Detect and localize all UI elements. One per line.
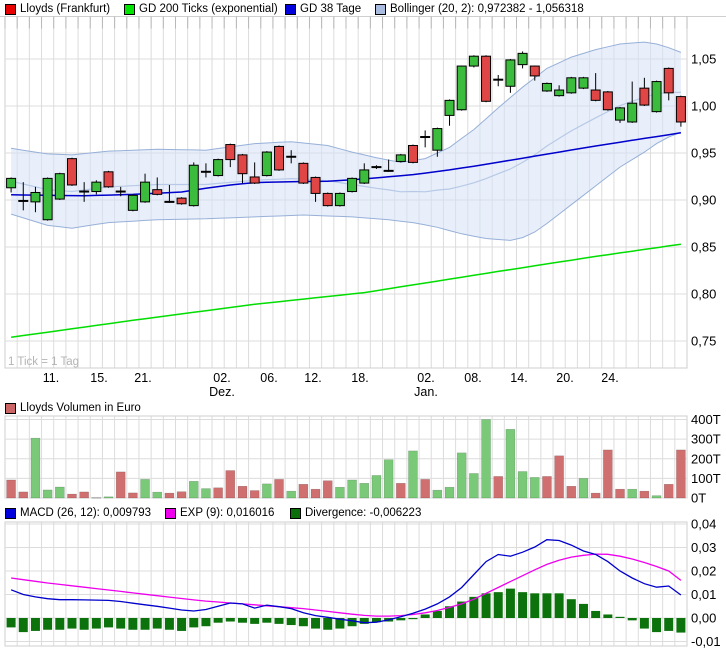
svg-text:14.: 14. bbox=[510, 371, 527, 385]
legend-item-divergence: Divergence: -0,006223 bbox=[290, 507, 421, 520]
svg-text:02.: 02. bbox=[417, 371, 434, 385]
svg-text:12.: 12. bbox=[304, 371, 321, 385]
svg-text:0,01: 0,01 bbox=[691, 587, 716, 602]
svg-text:1,05: 1,05 bbox=[691, 52, 716, 67]
legend-label-bollinger: Bollinger (20, 2): 0,972382 - 1,056318 bbox=[390, 3, 584, 15]
svg-text:1,00: 1,00 bbox=[691, 99, 716, 114]
svg-text:0,80: 0,80 bbox=[691, 287, 716, 302]
macd-series-swatch-icon bbox=[5, 508, 16, 519]
legend-label-macd: MACD (26, 12): 0,009793 bbox=[20, 507, 152, 519]
svg-text:0,85: 0,85 bbox=[691, 240, 716, 255]
svg-text:1 Tick = 1 Tag: 1 Tick = 1 Tag bbox=[8, 356, 79, 368]
legend-item-macd: MACD (26, 12): 0,009793 bbox=[5, 507, 151, 520]
svg-text:21.: 21. bbox=[134, 371, 151, 385]
legend-item-lloyds: Lloyds (Frankfurt) bbox=[5, 3, 110, 16]
svg-text:0,75: 0,75 bbox=[691, 334, 716, 349]
svg-text:Jan.: Jan. bbox=[414, 385, 438, 399]
svg-text:-0,01: -0,01 bbox=[691, 634, 721, 649]
svg-text:100T: 100T bbox=[691, 471, 721, 486]
legend-item-volume: Lloyds Volumen in Euro bbox=[5, 402, 141, 415]
svg-text:0,90: 0,90 bbox=[691, 193, 716, 208]
legend-item-gd200: GD 200 Ticks (exponential) bbox=[124, 3, 278, 16]
svg-text:0,00: 0,00 bbox=[691, 611, 716, 626]
svg-text:20.: 20. bbox=[556, 371, 573, 385]
svg-text:Dez.: Dez. bbox=[209, 385, 235, 399]
gd200-series-swatch-icon bbox=[124, 4, 135, 15]
legend-label-volume: Lloyds Volumen in Euro bbox=[20, 402, 141, 414]
macd-legend: MACD (26, 12): 0,009793 EXP (9): 0,01601… bbox=[0, 507, 726, 521]
svg-text:15.: 15. bbox=[90, 371, 107, 385]
exp-series-swatch-icon bbox=[165, 508, 176, 519]
price-panel: 1,05 1,00 0,95 0,90 0,85 0,80 0,75 1 Tick = 1 T… bbox=[0, 16, 726, 399]
svg-text:300T: 300T bbox=[691, 432, 721, 447]
svg-text:0T: 0T bbox=[691, 491, 706, 506]
svg-text:06.: 06. bbox=[260, 371, 277, 385]
macd-panel: 0,040,030,020,010,00-0,01 bbox=[4, 517, 721, 649]
svg-text:08.: 08. bbox=[464, 371, 481, 385]
svg-text:0,95: 0,95 bbox=[691, 146, 716, 161]
legend-label-lloyds: Lloyds (Frankfurt) bbox=[20, 3, 111, 15]
svg-text:200T: 200T bbox=[691, 451, 721, 466]
gd38-series-swatch-icon bbox=[285, 4, 296, 15]
lloyds-series-swatch-icon bbox=[5, 4, 16, 15]
legend-label-divergence: Divergence: -0,006223 bbox=[305, 507, 422, 519]
volume-legend: Lloyds Volumen in Euro bbox=[0, 402, 726, 416]
chart-root: 1,05 1,00 0,95 0,90 0,85 0,80 0,75 1 Tick = 1 T… bbox=[0, 0, 726, 652]
legend-item-gd38: GD 38 Tage bbox=[285, 3, 361, 16]
volume-series-swatch-icon bbox=[5, 403, 16, 414]
svg-text:0,03: 0,03 bbox=[691, 540, 716, 555]
volume-panel: 400T300T200T100T0T bbox=[4, 412, 721, 506]
legend-label-exp: EXP (9): 0,016016 bbox=[180, 507, 275, 519]
svg-text:0,02: 0,02 bbox=[691, 564, 716, 579]
legend-label-gd200: GD 200 Ticks (exponential) bbox=[139, 3, 278, 15]
legend-item-exp: EXP (9): 0,016016 bbox=[165, 507, 274, 520]
price-legend: Lloyds (Frankfurt) GD 200 Ticks (exponen… bbox=[0, 3, 726, 17]
svg-text:02.: 02. bbox=[213, 371, 230, 385]
legend-item-bollinger: Bollinger (20, 2): 0,972382 - 1,056318 bbox=[375, 3, 584, 16]
bollinger-series-swatch-icon bbox=[375, 4, 386, 15]
chart-canvas: 1,05 1,00 0,95 0,90 0,85 0,80 0,75 1 Tick = 1 T… bbox=[0, 16, 726, 649]
svg-text:18.: 18. bbox=[351, 371, 368, 385]
divergence-series-swatch-icon bbox=[290, 508, 301, 519]
legend-label-gd38: GD 38 Tage bbox=[300, 3, 362, 15]
svg-text:24.: 24. bbox=[601, 371, 618, 385]
svg-text:11.: 11. bbox=[43, 371, 59, 385]
